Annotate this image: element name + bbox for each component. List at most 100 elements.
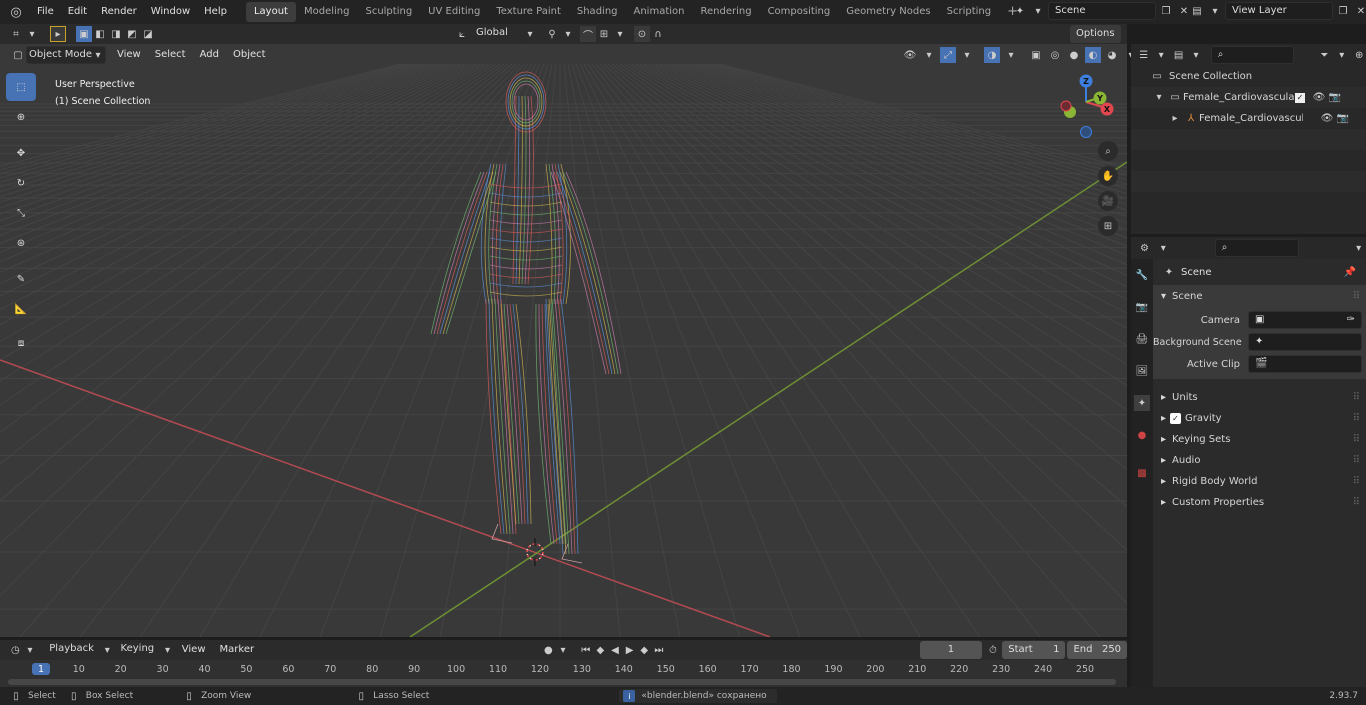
move-tool-icon[interactable]: ✥ [6,139,36,167]
overlays-icon[interactable]: ◑ [984,47,1000,63]
copy-view-layer-icon[interactable]: ❐ [1335,3,1351,19]
select-intersect-icon[interactable]: ◪ [140,26,156,42]
filter-icon[interactable]: ⏷ [1318,47,1331,63]
status-message[interactable]: i «blender.blend» сохранено [619,689,777,703]
neg-z-icon[interactable] [1080,126,1092,138]
menu-help[interactable]: Help [197,0,234,24]
drag-handle-icon[interactable]: ⠿ [1353,497,1360,508]
render-tab-icon[interactable]: 📷 [1134,299,1150,315]
keying-sets-panel[interactable]: ▸ Keying Sets ⠿ [1153,429,1366,450]
tool-tab-icon[interactable]: 🔧 [1134,267,1150,283]
timeline-ruler[interactable]: 1 10 20 30 40 50 60 70 80 90 100 110 120 130 140 150 160… [0,660,1127,687]
playback-menu[interactable]: Playback [43,641,100,659]
gravity-checkbox[interactable]: ✓ [1170,413,1182,424]
scene-panel-header[interactable]: ▾ Scene ⠿ [1153,285,1366,307]
viewport-menu-add[interactable]: Add [193,43,226,67]
background-scene-field[interactable]: ✦ [1248,333,1362,351]
tab-geometry-nodes[interactable]: Geometry Nodes [838,2,938,22]
tab-scripting[interactable]: Scripting [939,2,999,22]
ortho-grid-icon[interactable]: ⊞ [1098,216,1118,236]
pivot-icon[interactable]: ⚲ [544,26,560,42]
outliner-root[interactable]: ▭ Scene Collection [1131,66,1366,87]
select-new-icon[interactable]: ▣ [76,26,92,42]
scene-name-field[interactable]: Scene [1048,2,1156,20]
neg-x-icon[interactable] [1060,100,1072,112]
end-frame-field[interactable]: End 250 [1067,641,1128,659]
play-icon[interactable]: ▶ [622,642,637,658]
transform-tool-icon[interactable]: ⊛ [6,229,36,257]
tab-sculpting[interactable]: Sculpting [357,2,420,22]
properties-editor-icon[interactable]: ⚙ [1137,240,1152,256]
drag-handle-icon[interactable]: ⠿ [1353,476,1360,487]
menu-window[interactable]: Window [144,0,197,24]
snap-target-icon[interactable]: ⊞ [596,26,612,42]
viewport-menu-object[interactable]: Object [226,43,273,67]
falloff-icon[interactable]: ∩ [650,26,666,42]
gizmo-icon[interactable]: ⤢ [940,47,956,63]
camera-view-icon[interactable]: 🎥 [1098,191,1118,211]
cursor-tool-icon[interactable]: ⊕ [6,103,36,131]
timeline-view-menu[interactable]: View [175,638,213,662]
orientation-dropdown[interactable]: Global [470,25,522,43]
expand-down-icon[interactable]: ▾ [1151,90,1167,106]
select-invert-icon[interactable]: ◩ [124,26,140,42]
drag-handle-icon[interactable]: ⠿ [1353,413,1360,424]
pan-hand-icon[interactable]: ✋ [1098,166,1118,186]
wireframe-shading-icon[interactable]: ◎ [1047,47,1063,63]
scene-tab-icon[interactable]: ✦ [1134,395,1150,411]
view-layer-tab-icon[interactable]: 🖼 [1134,363,1150,379]
chevron-down-icon[interactable]: ▾ [1351,240,1366,256]
menu-edit[interactable]: Edit [61,0,94,24]
close-icon[interactable]: ✕ [1353,3,1366,19]
exclude-checkbox-icon[interactable]: ✓ [1295,92,1305,103]
drag-handle-icon[interactable]: ⠿ [1353,291,1360,302]
marker-menu[interactable]: Marker [213,638,262,662]
select-subtract-icon[interactable]: ◨ [108,26,124,42]
solid-shading-icon[interactable]: ● [1066,47,1082,63]
scene-icon[interactable]: ✦ [1012,3,1028,19]
navigation-gizmo[interactable]: Z Y X [1056,72,1122,144]
tab-animation[interactable]: Animation [626,2,693,22]
material-shading-icon[interactable]: ◐ [1085,47,1101,63]
options-button[interactable]: Options [1070,25,1121,43]
jump-end-icon[interactable]: ⏭ [652,642,667,658]
next-keyframe-icon[interactable]: ◆ [637,642,652,658]
texture-tab-icon[interactable]: ▩ [1134,465,1150,481]
tab-rendering[interactable]: Rendering [692,2,759,22]
stopwatch-icon[interactable]: ⏱ [986,642,1001,658]
orientation-icon[interactable]: ⟀ [454,26,470,42]
pin-icon[interactable]: 📌 [1342,264,1358,280]
viewport-menu-select[interactable]: Select [148,43,193,67]
jump-start-icon[interactable]: ⏮ [578,642,593,658]
select-tool-icon[interactable]: ▸ [50,26,66,42]
xray-icon[interactable]: ▣ [1028,47,1044,63]
drag-handle-icon[interactable]: ⠿ [1353,392,1360,403]
custom-properties-panel[interactable]: ▸ Custom Properties ⠿ [1153,492,1366,513]
proportional-edit-icon[interactable]: ⊙ [634,26,650,42]
audio-panel[interactable]: ▸ Audio ⠿ [1153,450,1366,471]
expand-right-icon[interactable]: ▸ [1167,111,1183,127]
tab-layout[interactable]: Layout [245,2,296,22]
keying-menu[interactable]: Keying [114,641,161,659]
render-camera-icon[interactable]: 📷 [1327,90,1343,106]
outliner-item[interactable]: ▾ ▭ Female_Cardiovascular_Lymp ✓ 👁 📷 [1131,87,1366,108]
tab-modeling[interactable]: Modeling [296,2,358,22]
display-mode-icon[interactable]: ▤ [1172,47,1185,63]
outliner-search-input[interactable]: ⌕ [1210,46,1294,64]
start-frame-field[interactable]: Start 1 [1002,641,1066,659]
tab-shading[interactable]: Shading [569,2,626,22]
tab-compositing[interactable]: Compositing [760,2,839,22]
timeline-editor-icon[interactable]: ◷ [8,642,23,658]
timeline-scrollbar[interactable] [8,679,1116,685]
drag-handle-icon[interactable]: ⠿ [1353,455,1360,466]
new-collection-icon[interactable]: ⊕ [1353,47,1366,63]
units-panel[interactable]: ▸ Units ⠿ [1153,387,1366,408]
scale-tool-icon[interactable]: ⤡ [6,199,36,227]
prev-keyframe-icon[interactable]: ◆ [593,642,608,658]
render-camera-icon[interactable]: 📷 [1335,111,1351,127]
3d-viewport[interactable] [0,44,1127,637]
eyedropper-icon[interactable]: ✑ [1347,312,1355,328]
world-tab-icon[interactable]: ● [1134,427,1150,443]
rendered-shading-icon[interactable]: ◕ [1104,47,1120,63]
rotate-tool-icon[interactable]: ↻ [6,169,36,197]
